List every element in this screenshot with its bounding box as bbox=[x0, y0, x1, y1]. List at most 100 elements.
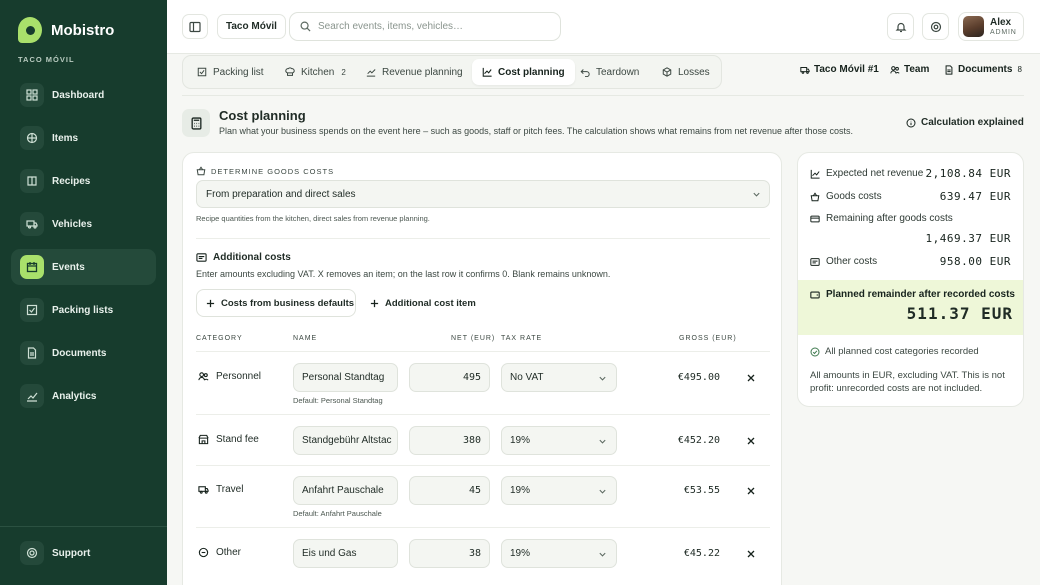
tab-cost-planning[interactable]: Cost planning bbox=[472, 59, 575, 85]
cost-card: DETERMINE GOODS COSTS From preparation a… bbox=[182, 152, 782, 585]
category-label: Stand fee bbox=[216, 434, 259, 445]
checklist-icon bbox=[20, 298, 44, 322]
calculation-explained-link[interactable]: Calculation explained bbox=[906, 117, 1024, 128]
help-button[interactable] bbox=[922, 13, 949, 40]
user-menu[interactable]: Alex ADMIN bbox=[958, 12, 1024, 41]
remaining-label: Remaining after goods costs bbox=[810, 213, 953, 224]
tab-losses[interactable]: Losses bbox=[654, 59, 718, 85]
planned-remainder-text: Planned remainder after recorded costs bbox=[826, 289, 1015, 300]
additional-costs-subtitle: Enter amounts excluding VAT. X removes a… bbox=[196, 269, 611, 279]
tab-revenue-planning[interactable]: Revenue planning bbox=[358, 59, 471, 85]
divider bbox=[196, 238, 770, 239]
net-amount-input[interactable]: 380 bbox=[409, 426, 490, 455]
status-text: All planned cost categories recorded bbox=[825, 346, 979, 357]
vehicle-link[interactable]: Taco Móvil #1 bbox=[800, 64, 879, 75]
tab-label: Revenue planning bbox=[382, 66, 463, 78]
close-icon[interactable] bbox=[746, 486, 756, 496]
sidebar-item-support[interactable]: Support bbox=[11, 535, 156, 571]
documents-link[interactable]: Documents 8 bbox=[944, 64, 1022, 75]
category-label: Other bbox=[216, 547, 242, 558]
panel-icon bbox=[189, 21, 201, 32]
tab-packing-list[interactable]: Packing list bbox=[189, 59, 272, 85]
goods-cost-method-value: From preparation and direct sales bbox=[206, 188, 356, 200]
sidebar-item-analytics[interactable]: Analytics bbox=[11, 378, 156, 414]
category-cell: Travel bbox=[198, 484, 243, 495]
user-name: Alex bbox=[990, 17, 1012, 28]
wallet-icon bbox=[810, 291, 820, 298]
other-costs-text: Other costs bbox=[826, 256, 878, 267]
people-icon bbox=[890, 65, 900, 74]
receipt-icon bbox=[810, 257, 820, 266]
sidebar-item-label: Packing lists bbox=[52, 304, 114, 316]
avatar bbox=[963, 16, 984, 37]
page-title: Cost planning bbox=[219, 108, 306, 123]
gross-amount: €452.20 bbox=[677, 435, 720, 446]
calendar-icon bbox=[20, 255, 44, 279]
divider bbox=[196, 465, 770, 466]
default-hint: Default: Anfahrt Pauschale bbox=[293, 509, 382, 518]
box-icon bbox=[662, 67, 672, 77]
brand-name: Mobistro bbox=[51, 21, 115, 39]
expected-revenue-text: Expected net revenue bbox=[826, 168, 924, 179]
book-icon bbox=[20, 169, 44, 193]
check-circle-icon bbox=[810, 346, 820, 357]
tab-teardown[interactable]: Teardown bbox=[572, 59, 647, 85]
sidebar-item-vehicles[interactable]: Vehicles bbox=[11, 206, 156, 242]
close-icon[interactable] bbox=[746, 549, 756, 559]
cost-name-input[interactable]: Personal Standtag bbox=[293, 363, 398, 392]
sidebar-item-label: Items bbox=[52, 132, 79, 144]
cost-name-input[interactable]: Anfahrt Pauschale bbox=[293, 476, 398, 505]
receipt-icon bbox=[196, 253, 207, 262]
cost-name-input[interactable]: Eis und Gas bbox=[293, 539, 398, 568]
tab-label: Packing list bbox=[213, 66, 264, 78]
calculator-icon bbox=[182, 109, 210, 137]
sidebar-item-documents[interactable]: Documents bbox=[11, 335, 156, 371]
close-icon[interactable] bbox=[746, 373, 756, 383]
event-switcher[interactable]: Taco Móvil bbox=[217, 14, 286, 39]
sidebar-item-label: Support bbox=[52, 547, 91, 559]
add-cost-item-label: Additional cost item bbox=[385, 297, 476, 309]
tax-rate-select[interactable]: 19% bbox=[501, 476, 617, 505]
goods-section-label: DETERMINE GOODS COSTS bbox=[196, 166, 334, 176]
sidebar-item-events[interactable]: Events bbox=[11, 249, 156, 285]
net-amount-input[interactable]: 38 bbox=[409, 539, 490, 568]
chevron-down-icon bbox=[599, 439, 606, 444]
wallet-icon bbox=[810, 215, 820, 222]
divider bbox=[196, 351, 770, 352]
sidebar-item-packing-lists[interactable]: Packing lists bbox=[11, 292, 156, 328]
expected-revenue-value: 2,108.84 EUR bbox=[925, 167, 1011, 180]
tab-label: Losses bbox=[678, 66, 710, 78]
sidebar-item-label: Vehicles bbox=[52, 218, 93, 230]
search-input[interactable] bbox=[318, 21, 553, 32]
sidebar-toggle-button[interactable] bbox=[182, 14, 208, 39]
truck-icon bbox=[20, 212, 44, 236]
sidebar-item-items[interactable]: Items bbox=[11, 120, 156, 156]
tax-rate-select[interactable]: 19% bbox=[501, 539, 617, 568]
chart-icon bbox=[482, 67, 492, 77]
goods-cost-method-select[interactable]: From preparation and direct sales bbox=[196, 180, 770, 208]
net-amount-input[interactable]: 45 bbox=[409, 476, 490, 505]
costs-from-defaults-button[interactable]: Costs from business defaults bbox=[196, 289, 356, 317]
tab-kitchen[interactable]: Kitchen 2 bbox=[277, 59, 354, 85]
sidebar-item-dashboard[interactable]: Dashboard bbox=[11, 77, 156, 113]
truck-icon bbox=[198, 486, 209, 494]
notifications-button[interactable] bbox=[887, 13, 914, 40]
expected-revenue-label: Expected net revenue bbox=[810, 168, 923, 179]
tax-rate-select[interactable]: 19% bbox=[501, 426, 617, 455]
planned-remainder-value: 511.37 EUR bbox=[906, 304, 1013, 323]
column-header-category: CATEGORY bbox=[196, 335, 243, 342]
vehicle-link-label: Taco Móvil #1 bbox=[814, 64, 879, 75]
cost-name-input[interactable]: Standgebühr Altstac bbox=[293, 426, 398, 455]
close-icon[interactable] bbox=[746, 436, 756, 446]
team-link[interactable]: Team bbox=[890, 64, 929, 75]
category-cell: Other bbox=[198, 547, 241, 558]
net-amount-input[interactable]: 495 bbox=[409, 363, 490, 392]
add-cost-item-button[interactable]: Additional cost item bbox=[370, 289, 476, 317]
tax-rate-value: 19% bbox=[510, 548, 531, 559]
checklist-icon bbox=[197, 67, 207, 77]
gross-amount: €495.00 bbox=[677, 372, 720, 383]
brand[interactable]: Mobistro bbox=[18, 17, 114, 43]
column-header-gross: GROSS (EUR) bbox=[679, 335, 737, 342]
tax-rate-select[interactable]: No VAT bbox=[501, 363, 617, 392]
sidebar-item-recipes[interactable]: Recipes bbox=[11, 163, 156, 199]
